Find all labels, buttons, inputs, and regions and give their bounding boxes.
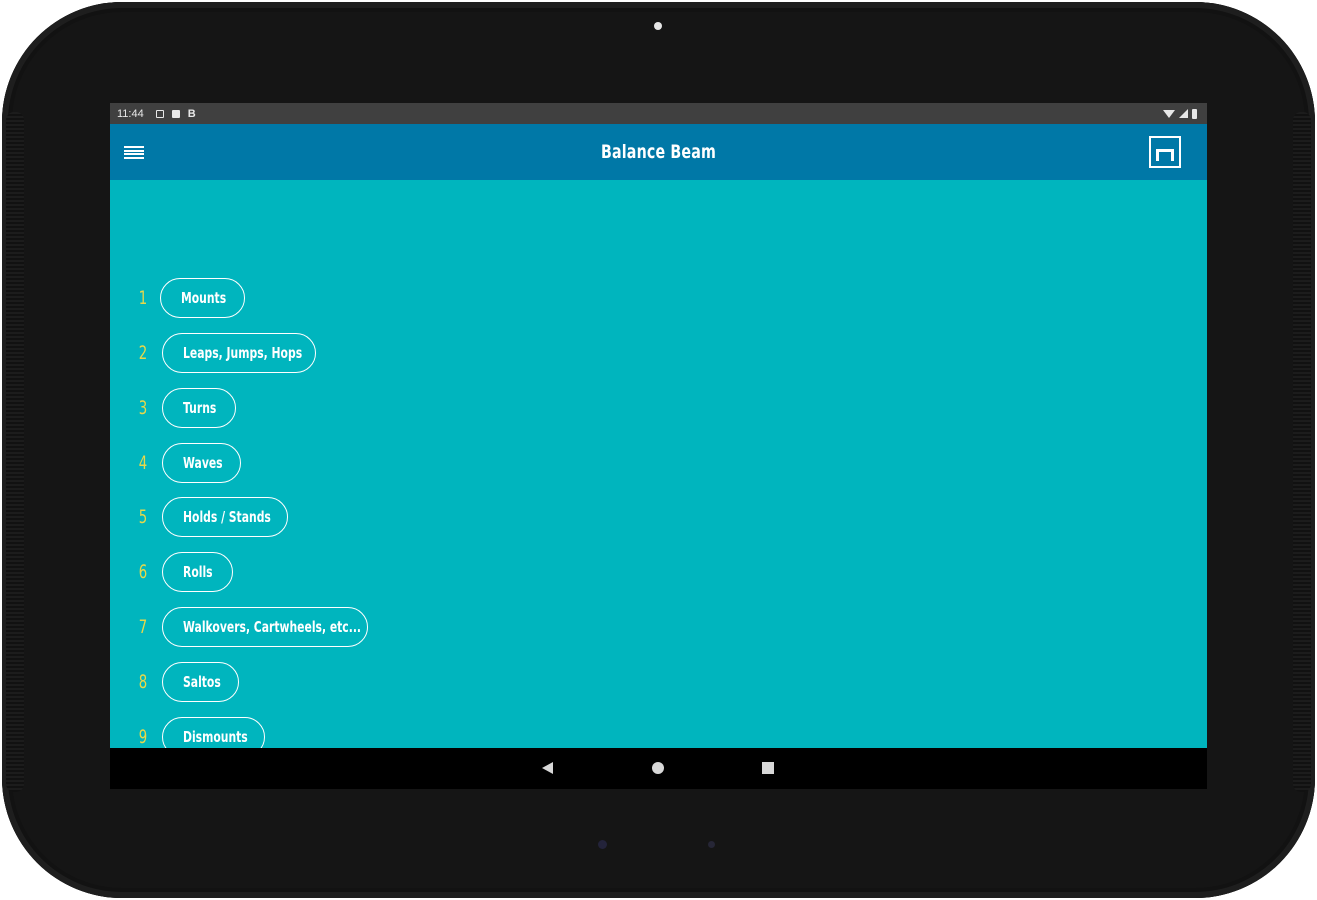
recents-icon[interactable] xyxy=(762,762,774,774)
item-number: 2 xyxy=(138,342,148,364)
wifi-icon xyxy=(1163,109,1175,118)
category-label: Mounts xyxy=(181,289,227,307)
system-navigation-bar xyxy=(110,748,1207,789)
category-button-holds-stands[interactable]: Holds / Stands xyxy=(162,497,288,537)
page-title: Balance Beam xyxy=(600,141,716,163)
notification-square-icon xyxy=(155,109,164,118)
category-button-saltos[interactable]: Saltos xyxy=(162,662,239,702)
status-time: 11:44 xyxy=(117,107,144,120)
item-number: 3 xyxy=(138,397,148,419)
app-bar: Balance Beam xyxy=(110,124,1207,180)
item-number: 4 xyxy=(138,452,148,474)
category-label: Rolls xyxy=(183,563,213,581)
category-label: Dismounts xyxy=(183,728,248,746)
front-camera xyxy=(654,22,662,30)
cell-signal-icon xyxy=(1179,109,1188,118)
speaker-grill-right xyxy=(1293,112,1311,792)
category-label: Holds / Stands xyxy=(183,508,271,526)
item-number: 6 xyxy=(138,561,148,583)
battery-icon xyxy=(1192,108,1197,119)
category-button-turns[interactable]: Turns xyxy=(162,388,236,428)
category-label: Waves xyxy=(183,454,223,472)
category-label: Walkovers, Cartwheels, etc... xyxy=(183,618,362,636)
category-label: Leaps, Jumps, Hops xyxy=(183,344,303,362)
category-button-rolls[interactable]: Rolls xyxy=(162,552,233,592)
category-button-waves[interactable]: Waves xyxy=(162,443,241,483)
back-icon[interactable] xyxy=(542,762,553,774)
category-label: Saltos xyxy=(183,673,221,691)
speaker-grill-left xyxy=(6,112,24,792)
hamburger-menu-icon[interactable] xyxy=(124,146,144,159)
sensor-dot xyxy=(598,840,607,849)
category-button-mounts[interactable]: Mounts xyxy=(160,278,245,318)
sd-card-icon xyxy=(171,109,180,118)
home-icon[interactable] xyxy=(652,762,664,774)
status-bar: 11:44 B xyxy=(110,103,1207,124)
balance-beam-icon[interactable] xyxy=(1149,136,1181,168)
category-label: Turns xyxy=(183,399,217,417)
notification-icons: B xyxy=(155,107,196,120)
sensor-dot xyxy=(708,841,715,848)
screen: 11:44 B Balance Beam 1 Mounts 2 Leaps, J… xyxy=(110,103,1207,789)
category-button-walkovers-cartwheels[interactable]: Walkovers, Cartwheels, etc... xyxy=(162,607,368,647)
notification-b-icon: B xyxy=(187,107,196,120)
item-number: 8 xyxy=(138,671,148,693)
item-number: 1 xyxy=(138,287,148,309)
item-number: 7 xyxy=(138,616,148,638)
system-icons xyxy=(1163,103,1197,124)
category-button-leaps-jumps-hops[interactable]: Leaps, Jumps, Hops xyxy=(162,333,316,373)
item-number: 5 xyxy=(138,506,148,528)
item-number: 9 xyxy=(138,726,148,748)
